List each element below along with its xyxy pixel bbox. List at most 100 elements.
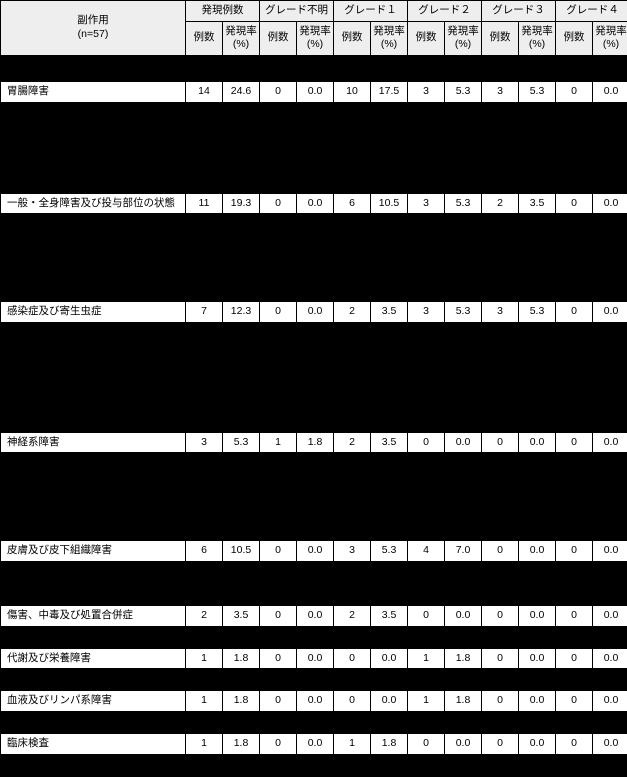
cell-value: 0 xyxy=(482,606,519,627)
header-group-4: グレード３ xyxy=(482,1,556,22)
cell-value: 0 xyxy=(334,691,371,712)
header-group-3: グレード２ xyxy=(408,1,482,22)
cell-value: 1 xyxy=(260,432,297,453)
cell-value: 0.0 xyxy=(297,81,334,102)
cell-value: 0.0 xyxy=(371,691,408,712)
cell-value: 2 xyxy=(334,302,371,323)
header-count: 例数 xyxy=(186,21,223,55)
cell-value: 0.0 xyxy=(593,541,627,562)
header-rate: 発現率(%) xyxy=(297,21,334,55)
cell-value: 0.0 xyxy=(445,734,482,755)
cell-value: 0.0 xyxy=(519,541,556,562)
cell-value: 3 xyxy=(186,432,223,453)
table-row: 一般・全身障害及び投与部位の状態1119.300.0610.535.323.50… xyxy=(1,193,627,214)
header-count: 例数 xyxy=(482,21,519,55)
cell-value: 14 xyxy=(186,81,223,102)
cell-value: 0.0 xyxy=(593,691,627,712)
cell-value: 5.3 xyxy=(445,193,482,214)
cell-value: 0.0 xyxy=(371,648,408,669)
cell-value: 0.0 xyxy=(593,606,627,627)
cell-value: 0 xyxy=(556,734,593,755)
cell-value: 4 xyxy=(408,541,445,562)
cell-value: 0.0 xyxy=(297,193,334,214)
cell-value: 10.5 xyxy=(223,541,260,562)
cell-value: 3.5 xyxy=(223,606,260,627)
cell-value: 0 xyxy=(556,691,593,712)
cell-value: 1.8 xyxy=(297,432,334,453)
cell-value: 0 xyxy=(482,734,519,755)
cell-value: 0.0 xyxy=(519,432,556,453)
cell-value: 0.0 xyxy=(519,691,556,712)
cell-value: 0 xyxy=(260,302,297,323)
cell-value: 11 xyxy=(186,193,223,214)
cell-value: 0.0 xyxy=(593,432,627,453)
row-label: 血液及びリンパ系障害 xyxy=(1,691,186,712)
header-count: 例数 xyxy=(260,21,297,55)
cell-value: 2 xyxy=(334,432,371,453)
cell-value: 0 xyxy=(556,606,593,627)
cell-value: 24.6 xyxy=(223,81,260,102)
cell-value: 0 xyxy=(334,648,371,669)
cell-value: 3 xyxy=(408,81,445,102)
cell-value: 3.5 xyxy=(519,193,556,214)
cell-value: 0.0 xyxy=(593,648,627,669)
cell-value: 0.0 xyxy=(297,691,334,712)
cell-value: 7 xyxy=(186,302,223,323)
header-count: 例数 xyxy=(408,21,445,55)
header-count: 例数 xyxy=(556,21,593,55)
cell-value: 0 xyxy=(260,193,297,214)
cell-value: 3 xyxy=(482,302,519,323)
table-row: 臨床検査11.800.011.800.000.000.0 xyxy=(1,734,627,755)
header-group-2: グレード１ xyxy=(334,1,408,22)
table-row: 神経系障害35.311.823.500.000.000.0 xyxy=(1,432,627,453)
header-group-1: グレード不明 xyxy=(260,1,334,22)
cell-value: 7.0 xyxy=(445,541,482,562)
cell-value: 0 xyxy=(260,648,297,669)
header-group-5: グレード４ xyxy=(556,1,627,22)
table-row: 血液及びリンパ系障害11.800.000.011.800.000.0 xyxy=(1,691,627,712)
cell-value: 0 xyxy=(408,734,445,755)
cell-value: 1.8 xyxy=(223,648,260,669)
cell-value: 0.0 xyxy=(445,432,482,453)
cell-value: 0 xyxy=(556,541,593,562)
cell-value: 0 xyxy=(556,302,593,323)
cell-value: 0.0 xyxy=(593,734,627,755)
cell-value: 0 xyxy=(260,606,297,627)
cell-value: 6 xyxy=(186,541,223,562)
cell-value: 3.5 xyxy=(371,432,408,453)
table-row: 感染症及び寄生虫症712.300.023.535.335.300.0 xyxy=(1,302,627,323)
cell-value: 0.0 xyxy=(297,606,334,627)
header-count: 例数 xyxy=(334,21,371,55)
cell-value: 1.8 xyxy=(223,691,260,712)
row-label: 感染症及び寄生虫症 xyxy=(1,302,186,323)
cell-value: 17.5 xyxy=(371,81,408,102)
cell-value: 0 xyxy=(482,541,519,562)
cell-value: 0.0 xyxy=(297,734,334,755)
cell-value: 0.0 xyxy=(445,606,482,627)
cell-value: 1.8 xyxy=(223,734,260,755)
cell-value: 1.8 xyxy=(445,648,482,669)
cell-value: 5.3 xyxy=(519,81,556,102)
cell-value: 0.0 xyxy=(297,302,334,323)
row-label: 神経系障害 xyxy=(1,432,186,453)
cell-value: 3.5 xyxy=(371,606,408,627)
cell-value: 1 xyxy=(186,734,223,755)
cell-value: 5.3 xyxy=(223,432,260,453)
cell-value: 12.3 xyxy=(223,302,260,323)
cell-value: 0.0 xyxy=(297,648,334,669)
header-group-0: 発現例数 xyxy=(186,1,260,22)
cell-value: 3 xyxy=(482,81,519,102)
cell-value: 2 xyxy=(334,606,371,627)
cell-value: 10 xyxy=(334,81,371,102)
cell-value: 0 xyxy=(260,691,297,712)
table-row: 代謝及び栄養障害11.800.000.011.800.000.0 xyxy=(1,648,627,669)
cell-value: 3.5 xyxy=(371,302,408,323)
table-header: 副作用(n=57) 発現例数 グレード不明 グレード１ グレード２ グレード３ … xyxy=(1,1,627,56)
cell-value: 0.0 xyxy=(593,81,627,102)
header-adverse-effect: 副作用(n=57) xyxy=(1,1,186,56)
cell-value: 0 xyxy=(408,606,445,627)
header-rate: 発現率(%) xyxy=(223,21,260,55)
cell-value: 3 xyxy=(334,541,371,562)
cell-value: 0.0 xyxy=(593,302,627,323)
table-body: 胃腸障害1424.600.01017.535.335.300.0 一般・全身障害… xyxy=(1,55,627,776)
